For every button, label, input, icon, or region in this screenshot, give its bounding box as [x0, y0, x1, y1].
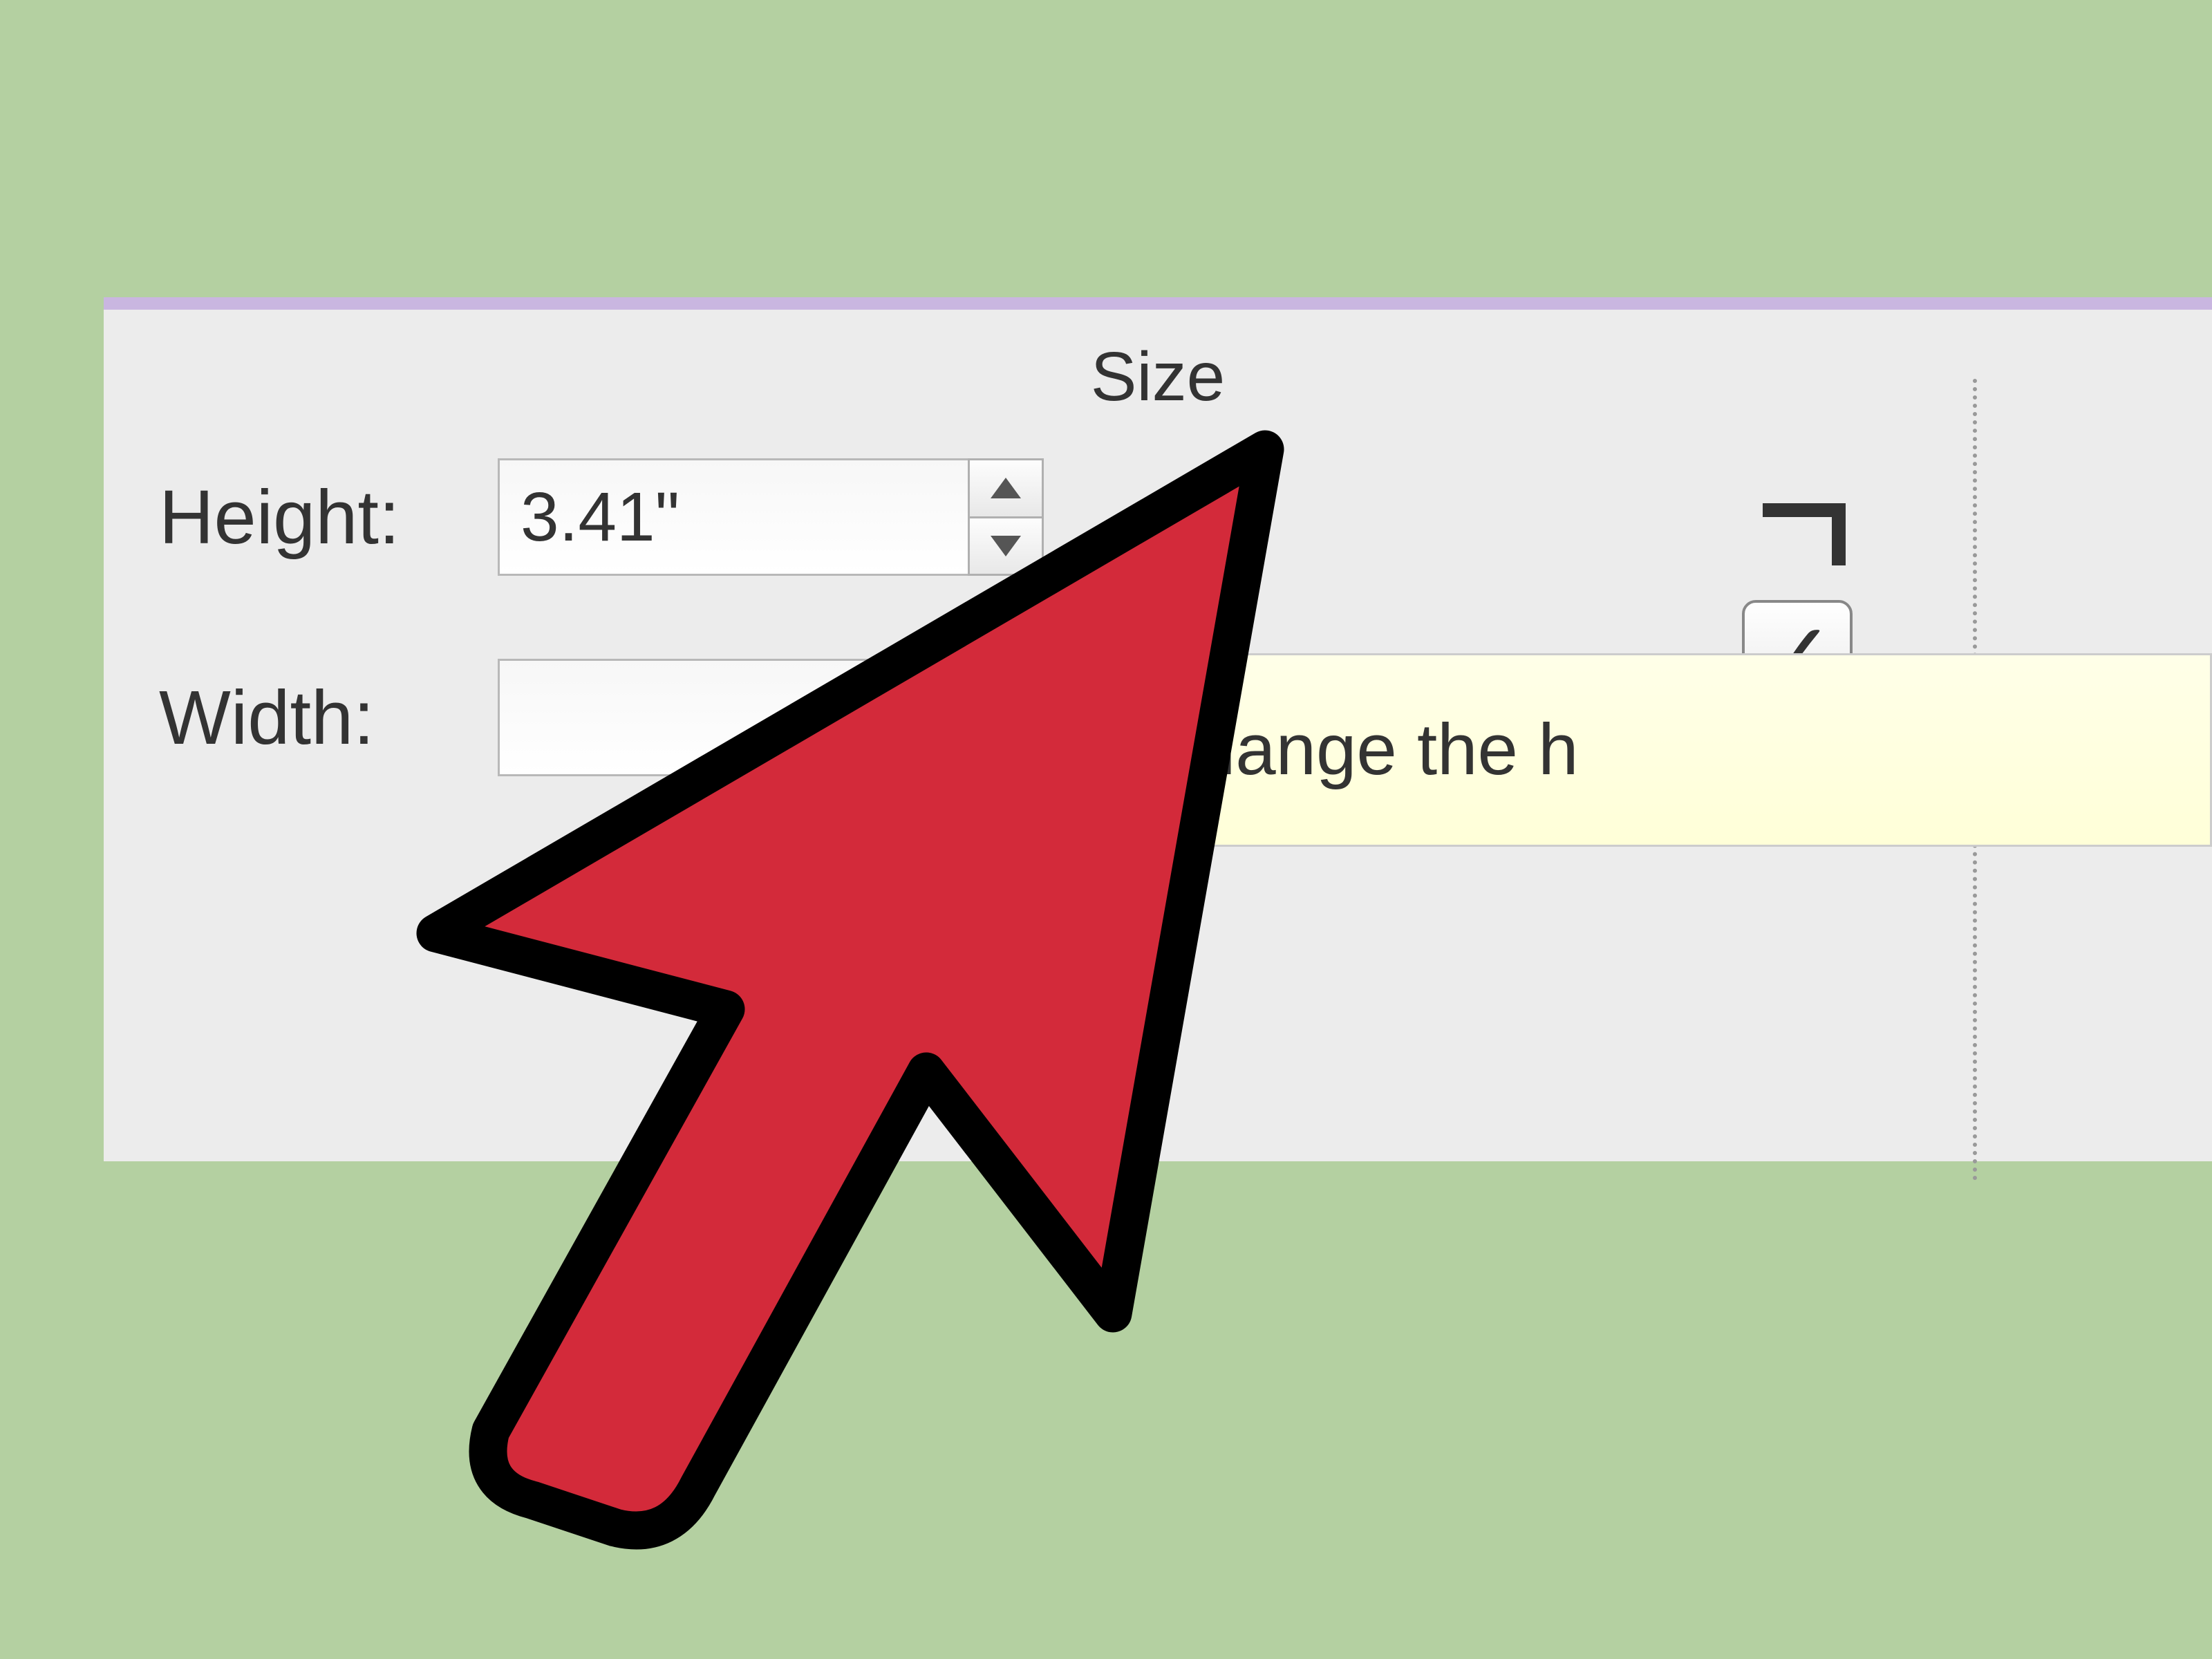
- chevron-down-icon: [991, 536, 1021, 556]
- height-row: Height: 3.41": [159, 458, 2212, 576]
- height-step-up[interactable]: [968, 458, 1044, 516]
- width-step-down[interactable]: [968, 717, 1044, 777]
- height-step-down[interactable]: [968, 516, 1044, 577]
- height-input[interactable]: 3.41": [498, 458, 968, 576]
- chevron-up-icon: [991, 478, 1021, 498]
- chevron-up-icon: [991, 678, 1021, 699]
- height-label: Height:: [159, 474, 456, 561]
- width-step-up[interactable]: [968, 659, 1044, 717]
- bracket-icon: [1763, 503, 1846, 517]
- width-input[interactable]: [498, 659, 968, 776]
- width-input-group: [498, 659, 1044, 776]
- tooltip: Change the h: [1106, 653, 2212, 847]
- panel-title: Size: [104, 310, 2212, 458]
- width-label: Width:: [159, 674, 456, 762]
- height-spinner: [968, 458, 1044, 576]
- width-spinner: [968, 659, 1044, 776]
- chevron-down-icon: [991, 736, 1021, 757]
- tooltip-text: Change the h: [1143, 709, 1579, 791]
- height-input-group: 3.41": [498, 458, 1044, 576]
